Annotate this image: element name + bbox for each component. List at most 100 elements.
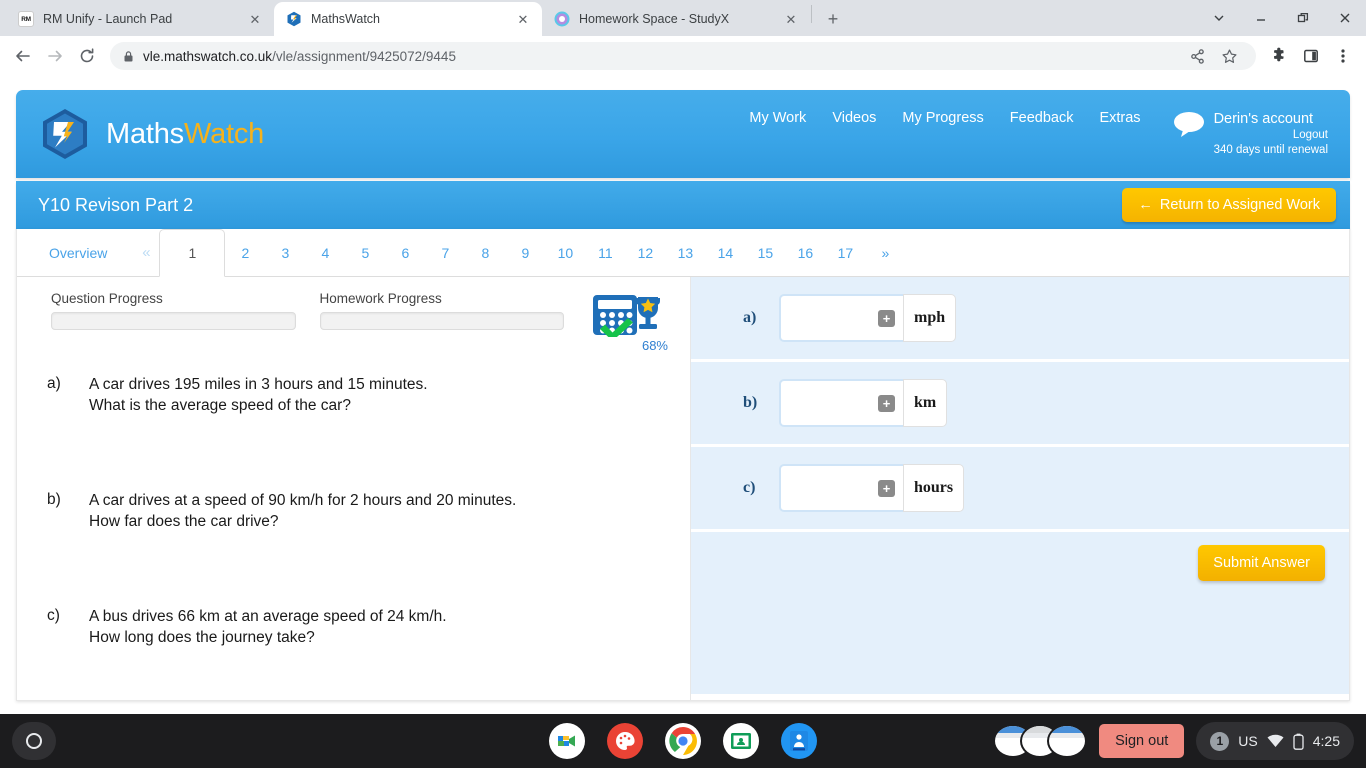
answer-label: b) [743,394,758,411]
tab-question-1[interactable]: 1 [159,229,226,277]
tab-overview[interactable]: Overview [35,229,133,276]
question-part-c: c) A bus drives 66 km at an average spee… [47,607,660,649]
address-bar[interactable]: vle.mathswatch.co.uk/vle/assignment/9425… [110,42,1256,70]
system-tray[interactable]: 1 US 4:25 [1196,722,1354,760]
answer-control: + hours [779,464,965,512]
homework-progress: Homework Progress [319,291,564,330]
close-icon[interactable]: ✕ [514,10,532,28]
close-icon[interactable]: ✕ [246,10,264,28]
close-icon[interactable]: ✕ [782,10,800,28]
window-previews[interactable] [993,724,1088,758]
new-tab-button[interactable]: + [819,5,847,33]
keyboard-layout-label[interactable]: US [1238,733,1257,749]
chromeos-shelf: Sign out 1 US 4:25 [0,714,1366,768]
minimize-icon[interactable] [1240,0,1282,36]
progress-row: Question Progress Homework Progress 68% [17,291,690,353]
side-panel-icon[interactable] [1296,41,1326,71]
chrome-icon[interactable] [665,723,701,759]
tab-prev-icon[interactable]: « [133,229,159,276]
tab-question-5[interactable]: 5 [345,229,385,276]
browser-tab-1[interactable]: RM RM Unify - Launch Pad ✕ [6,2,274,36]
tab-title: RM Unify - Launch Pad [43,12,173,26]
main-nav: My Work Videos My Progress Feedback Extr… [749,110,1328,159]
tab-question-8[interactable]: 8 [465,229,505,276]
nav-item-extras[interactable]: Extras [1099,110,1140,126]
answer-pane-filler [691,594,1349,694]
share-icon[interactable] [1182,41,1212,71]
forward-button[interactable] [40,41,70,71]
renewal-text: 340 days until renewal [1213,144,1328,157]
close-icon[interactable] [1324,0,1366,36]
insert-symbol-icon[interactable]: + [878,479,895,497]
browser-toolbar: vle.mathswatch.co.uk/vle/assignment/9425… [0,36,1366,76]
nav-item-my-work[interactable]: My Work [749,110,806,126]
insert-symbol-icon[interactable]: + [878,309,895,327]
insert-symbol-icon[interactable]: + [878,394,895,412]
question-tabs: Overview « 1 2 3 4 5 6 7 8 9 10 11 12 13… [17,229,1349,277]
star-icon[interactable] [1214,41,1244,71]
account-lines: Derin's account Logout 340 days until re… [1214,110,1328,159]
tab-question-14[interactable]: 14 [705,229,745,276]
wifi-icon[interactable] [1267,734,1284,748]
page-title: Y10 Revison Part 2 [38,194,194,215]
nav-item-feedback[interactable]: Feedback [1010,110,1074,126]
nav-item-my-progress[interactable]: My Progress [902,110,983,126]
account-name[interactable]: Derin's account [1214,110,1328,129]
restore-icon[interactable] [1282,0,1324,36]
logout-link[interactable]: Logout [1214,128,1328,143]
mathswatch-icon [286,11,302,27]
studyx-icon [554,11,570,27]
omnibox-actions [1182,41,1244,71]
answer-input-a[interactable]: + [779,294,903,342]
google-classroom-icon[interactable] [723,723,759,759]
tab-question-7[interactable]: 7 [425,229,465,276]
tab-question-15[interactable]: 15 [745,229,785,276]
tab-question-16[interactable]: 16 [785,229,825,276]
tab-question-17[interactable]: 17 [825,229,865,276]
tab-question-12[interactable]: 12 [625,229,665,276]
tab-question-3[interactable]: 3 [265,229,305,276]
sign-out-button[interactable]: Sign out [1099,724,1185,758]
site-logo[interactable]: MathsWatch [38,107,264,161]
reload-button[interactable] [72,41,102,71]
answer-pane: a) + mph b) + km c) + hours Submit Answe… [691,277,1349,700]
back-button[interactable] [8,41,38,71]
tab-question-13[interactable]: 13 [665,229,705,276]
part-line1: A car drives 195 miles in 3 hours and 15… [89,376,428,393]
paint-app-icon[interactable] [607,723,643,759]
nav-item-videos[interactable]: Videos [832,110,876,126]
puzzle-icon[interactable] [1264,41,1294,71]
clock-label[interactable]: 4:25 [1313,733,1340,749]
browser-tab-2[interactable]: MathsWatch ✕ [274,2,542,36]
battery-icon[interactable] [1293,733,1304,750]
question-progress-label: Question Progress [51,291,163,306]
tab-next-icon[interactable]: » [865,229,905,276]
launcher-icon[interactable] [12,722,56,760]
tab-question-9[interactable]: 9 [505,229,545,276]
chevron-down-icon[interactable] [1198,0,1240,36]
tab-question-2[interactable]: 2 [225,229,265,276]
site-header: MathsWatch My Work Videos My Progress Fe… [16,90,1350,178]
answer-row-c: c) + hours [691,447,1349,529]
part-label: a) [47,375,61,392]
notification-count-badge[interactable]: 1 [1210,731,1230,751]
browser-tab-3[interactable]: Homework Space - StudyX ✕ [542,2,810,36]
answer-input-b[interactable]: + [779,379,903,427]
return-to-assigned-work-button[interactable]: ← Return to Assigned Work [1122,188,1336,222]
answer-input-c[interactable]: + [779,464,903,512]
google-meet-icon[interactable] [549,723,585,759]
question-part-b: b) A car drives at a speed of 90 km/h fo… [47,491,660,533]
tab-question-10[interactable]: 10 [545,229,585,276]
tab-question-11[interactable]: 11 [585,229,625,276]
three-dot-menu-icon[interactable] [1328,41,1358,71]
submit-answer-button[interactable]: Submit Answer [1198,545,1325,581]
account-area[interactable]: Derin's account Logout 340 days until re… [1173,110,1328,159]
tab-strip: RM RM Unify - Launch Pad ✕ MathsWatch ✕ … [0,0,1366,36]
blue-app-icon[interactable] [781,723,817,759]
window-preview-3[interactable] [1047,724,1088,758]
question-progress-bar [51,312,296,330]
answer-unit: km [903,379,948,427]
tab-question-4[interactable]: 4 [305,229,345,276]
tab-question-6[interactable]: 6 [385,229,425,276]
answer-unit: mph [903,294,957,342]
